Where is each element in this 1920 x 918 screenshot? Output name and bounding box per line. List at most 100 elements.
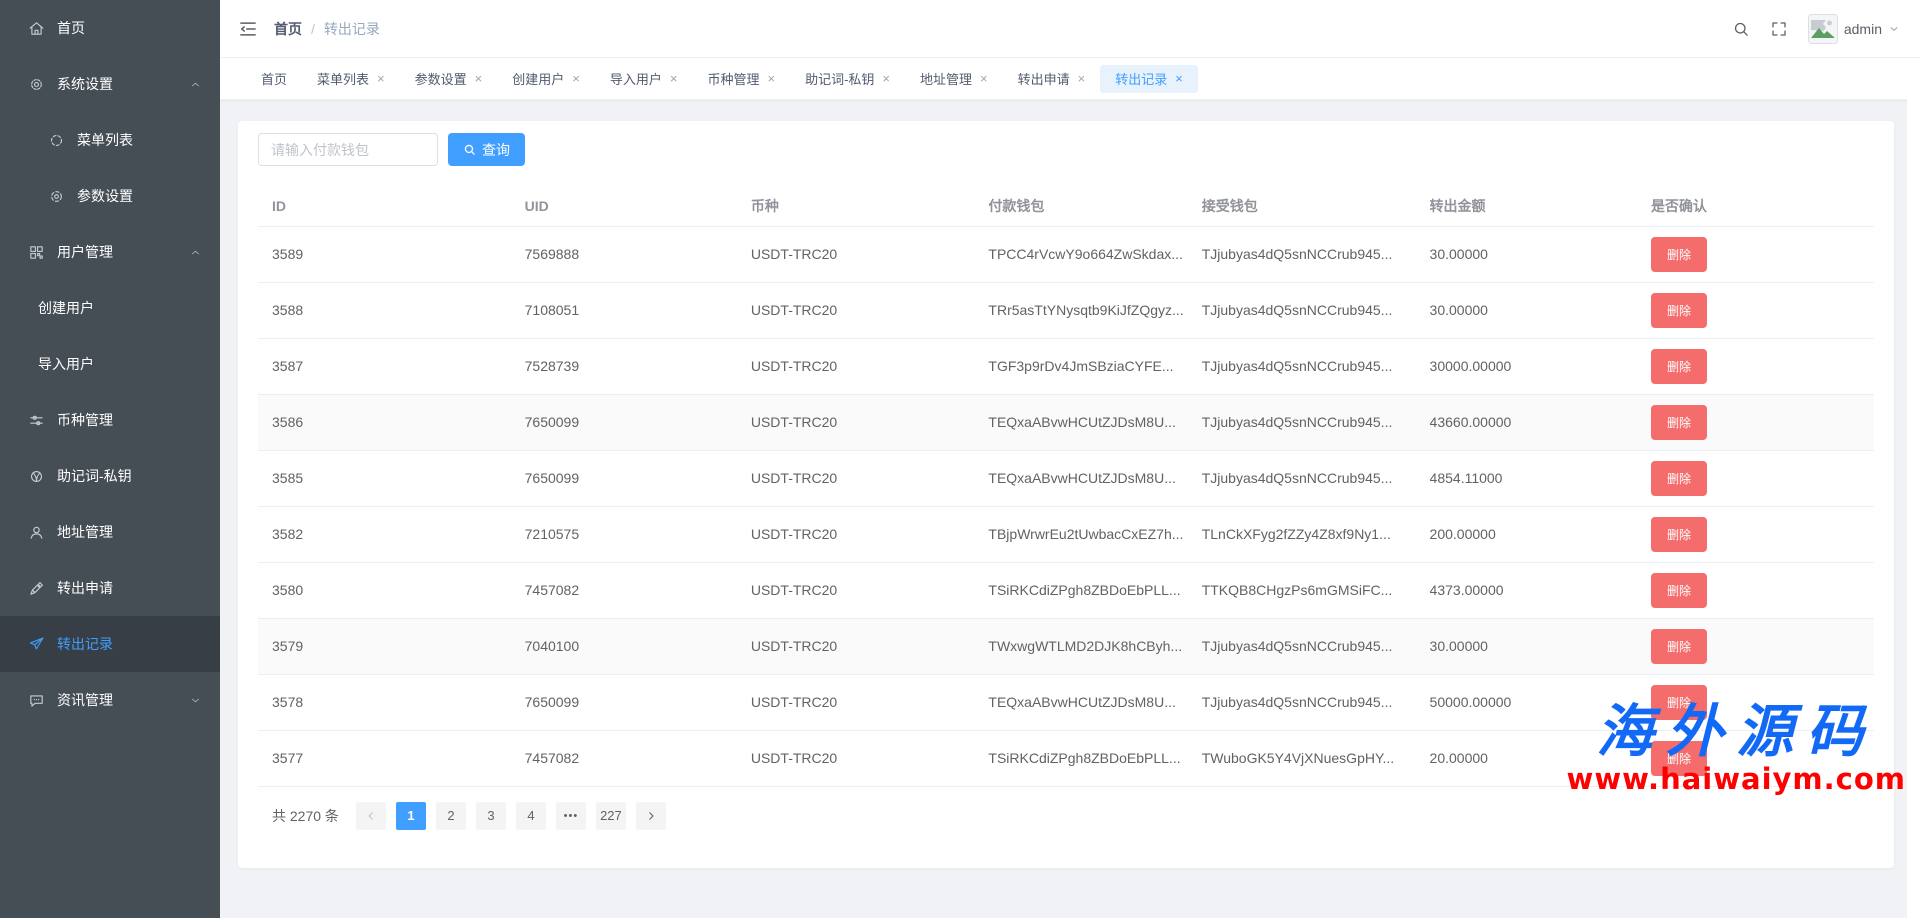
prev-page-button[interactable] bbox=[356, 802, 386, 830]
page-button[interactable]: 227 bbox=[596, 802, 626, 830]
delete-button[interactable]: 删除 bbox=[1651, 685, 1707, 720]
delete-button[interactable]: 删除 bbox=[1651, 629, 1707, 664]
query-button[interactable]: 查询 bbox=[448, 133, 525, 166]
hamburger-icon[interactable] bbox=[238, 19, 258, 39]
cell-id: 3585 bbox=[258, 450, 525, 506]
page-buttons: 1234 ••• 227 bbox=[391, 802, 631, 830]
tab-home[interactable]: 首页 bbox=[246, 65, 302, 93]
delete-button[interactable]: 删除 bbox=[1651, 293, 1707, 328]
sidebar-item-label: 币种管理 bbox=[57, 410, 113, 430]
cell-uid: 7569888 bbox=[525, 226, 751, 282]
delete-button[interactable]: 删除 bbox=[1651, 405, 1707, 440]
delete-button[interactable]: 删除 bbox=[1651, 349, 1707, 384]
close-icon[interactable]: × bbox=[882, 72, 890, 85]
sidebar-item-mnemonic-key[interactable]: 助记词-私钥 bbox=[0, 448, 220, 504]
cell-to-wallet: TJjubyas4dQ5snNCCrub945... bbox=[1202, 282, 1430, 338]
close-icon[interactable]: × bbox=[475, 72, 483, 85]
cell-uid: 7457082 bbox=[525, 562, 751, 618]
tab-mnemonic-key[interactable]: 助记词-私钥× bbox=[790, 65, 905, 93]
tab-label: 菜单列表 bbox=[317, 69, 369, 88]
table-row: 35787650099USDT-TRC20TEQxaABvwHCUtZJDsM8… bbox=[258, 674, 1874, 730]
tab-transfer-apply[interactable]: 转出申请 × bbox=[1003, 65, 1101, 93]
page-button[interactable]: 4 bbox=[516, 802, 546, 830]
sidebar-item-system-settings[interactable]: 系统设置 bbox=[0, 56, 220, 112]
table-row: 35797040100USDT-TRC20TWxwgWTLMD2DJK8hCBy… bbox=[258, 618, 1874, 674]
page-button[interactable]: 1 bbox=[396, 802, 426, 830]
cell-amount: 30000.00000 bbox=[1430, 338, 1651, 394]
tab-create-user[interactable]: 创建用户× bbox=[497, 65, 595, 93]
tab-param-settings[interactable]: 参数设置× bbox=[400, 65, 498, 93]
search-input[interactable] bbox=[258, 133, 438, 166]
table-row: 35827210575USDT-TRC20TBjpWrwrEu2tUwbacCx… bbox=[258, 506, 1874, 562]
sidebar-item-label: 助记词-私钥 bbox=[57, 466, 132, 486]
delete-button[interactable]: 删除 bbox=[1651, 573, 1707, 608]
cell-actions: 删除 bbox=[1651, 674, 1874, 730]
close-icon[interactable]: × bbox=[1078, 72, 1086, 85]
sidebar: 首页系统设置菜单列表参数设置用户管理创建用户导入用户币种管理助记词-私钥地址管理… bbox=[0, 0, 220, 918]
next-page-button[interactable] bbox=[636, 802, 666, 830]
cell-from-wallet: TRr5asTtYNysqtb9KiJfZQgyz... bbox=[988, 282, 1201, 338]
cell-actions: 删除 bbox=[1651, 730, 1874, 786]
cell-amount: 200.00000 bbox=[1430, 506, 1651, 562]
sidebar-item-address-management[interactable]: 地址管理 bbox=[0, 504, 220, 560]
sidebar-item-news-management[interactable]: 资讯管理 bbox=[0, 672, 220, 728]
user-icon bbox=[28, 524, 45, 541]
page-button[interactable]: 2 bbox=[436, 802, 466, 830]
cell-id: 3588 bbox=[258, 282, 525, 338]
delete-button[interactable]: 删除 bbox=[1651, 741, 1707, 776]
delete-button[interactable]: 删除 bbox=[1651, 517, 1707, 552]
query-button-label: 查询 bbox=[482, 140, 510, 160]
cell-coin: USDT-TRC20 bbox=[751, 338, 989, 394]
tab-label: 导入用户 bbox=[610, 69, 662, 88]
scrollbar-track[interactable] bbox=[1907, 58, 1920, 918]
fullscreen-icon[interactable] bbox=[1770, 20, 1788, 38]
close-icon[interactable]: × bbox=[980, 72, 988, 85]
cell-actions: 删除 bbox=[1651, 226, 1874, 282]
cell-coin: USDT-TRC20 bbox=[751, 618, 989, 674]
delete-button[interactable]: 删除 bbox=[1651, 237, 1707, 272]
sidebar-item-transfer-records[interactable]: 转出记录 bbox=[0, 616, 220, 672]
close-icon[interactable]: × bbox=[377, 72, 385, 85]
sidebar-item-create-user[interactable]: 创建用户 bbox=[0, 280, 220, 336]
sidebar-item-label: 导入用户 bbox=[38, 354, 94, 374]
search-icon bbox=[463, 143, 476, 156]
sidebar-item-param-settings[interactable]: 参数设置 bbox=[0, 168, 220, 224]
close-icon[interactable]: × bbox=[1175, 72, 1183, 85]
cell-actions: 删除 bbox=[1651, 394, 1874, 450]
sidebar-item-label: 用户管理 bbox=[57, 242, 113, 262]
tab-label: 转出记录 bbox=[1115, 69, 1167, 88]
tab-transfer-records[interactable]: 转出记录 × bbox=[1100, 65, 1198, 93]
tab-coin-management[interactable]: 币种管理× bbox=[692, 65, 790, 93]
cell-uid: 7650099 bbox=[525, 674, 751, 730]
delete-button[interactable]: 删除 bbox=[1651, 461, 1707, 496]
close-icon[interactable]: × bbox=[767, 72, 775, 85]
page-button[interactable]: 3 bbox=[476, 802, 506, 830]
topbar: 首页 / 转出记录 admin bbox=[220, 0, 1920, 58]
tab-label: 转出申请 bbox=[1018, 69, 1070, 88]
close-icon[interactable]: × bbox=[572, 72, 580, 85]
sidebar-item-import-user[interactable]: 导入用户 bbox=[0, 336, 220, 392]
tab-import-user[interactable]: 导入用户 × bbox=[595, 65, 693, 93]
sidebar-item-label: 参数设置 bbox=[77, 186, 133, 206]
search-icon[interactable] bbox=[1732, 20, 1750, 38]
tab-label: 地址管理 bbox=[920, 69, 972, 88]
user-menu[interactable]: admin bbox=[1808, 14, 1900, 44]
cell-actions: 删除 bbox=[1651, 506, 1874, 562]
sidebar-item-transfer-apply[interactable]: 转出申请 bbox=[0, 560, 220, 616]
column-header: 付款钱包 bbox=[988, 186, 1201, 226]
breadcrumb-home[interactable]: 首页 bbox=[274, 19, 302, 39]
sidebar-item-menu-list[interactable]: 菜单列表 bbox=[0, 112, 220, 168]
cell-from-wallet: TEQxaABvwHCUtZJDsM8U... bbox=[988, 394, 1201, 450]
sidebar-item-coin-management[interactable]: 币种管理 bbox=[0, 392, 220, 448]
records-card: 查询 IDUID币种付款钱包接受钱包转出金额是否确认 35897569888US… bbox=[238, 121, 1894, 868]
tab-address-management[interactable]: 地址管理 × bbox=[905, 65, 1003, 93]
sidebar-item-home[interactable]: 首页 bbox=[0, 0, 220, 56]
close-icon[interactable]: × bbox=[670, 72, 678, 85]
page-ellipsis[interactable]: ••• bbox=[556, 802, 586, 830]
cell-from-wallet: TSiRKCdiZPgh8ZBDoEbPLL... bbox=[988, 730, 1201, 786]
cell-uid: 7650099 bbox=[525, 394, 751, 450]
cell-uid: 7040100 bbox=[525, 618, 751, 674]
sidebar-item-user-management[interactable]: 用户管理 bbox=[0, 224, 220, 280]
cell-id: 3578 bbox=[258, 674, 525, 730]
tab-menu-list[interactable]: 菜单列表 × bbox=[302, 65, 400, 93]
